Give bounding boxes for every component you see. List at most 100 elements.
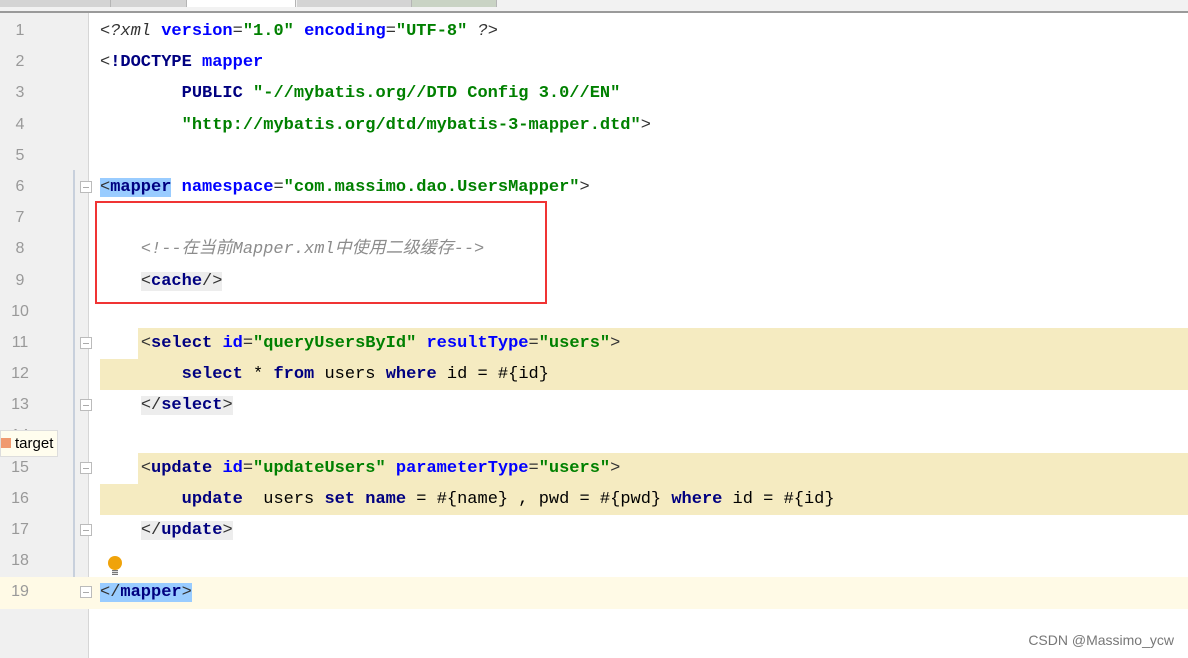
editor-tab-bar (0, 0, 1188, 13)
code-token: "UTF-8" (395, 22, 468, 41)
code-token: id (222, 458, 243, 478)
code-line[interactable]: 13 </select> (0, 390, 1188, 421)
code-token: id (222, 333, 243, 353)
code-token: parameterType (395, 458, 529, 478)
code-token: = (528, 458, 539, 478)
code-text: </mapper> (100, 581, 192, 605)
line-number: 8 (15, 240, 25, 258)
code-token: > (579, 177, 590, 197)
code-token: = (242, 458, 254, 478)
code-token: from (273, 365, 315, 385)
code-line[interactable]: 18 (0, 546, 1188, 577)
editor-tab[interactable] (412, 0, 497, 7)
code-token: PUBLIC (181, 84, 254, 104)
line-number: 18 (11, 552, 29, 570)
line-number: 1 (15, 22, 25, 39)
code-token: id = #{id} (722, 489, 835, 509)
code-token: "http://mybatis.org/dtd/mybatis-3-mapper… (181, 115, 641, 135)
line-number: 7 (15, 209, 25, 227)
code-token: id = #{id} (436, 365, 549, 385)
code-line[interactable]: 6 <mapper namespace="com.massimo.dao.User… (0, 172, 1188, 203)
line-number: 19 (11, 583, 29, 601)
code-text: <?xml version="1.0" encoding="UTF-8" ?> (100, 20, 498, 44)
line-number: 2 (15, 53, 25, 71)
code-token: </ (100, 583, 121, 603)
code-token: * (242, 365, 274, 385)
code-line[interactable]: 17 </update> (0, 515, 1188, 546)
watermark: CSDN @Massimo_ycw (1028, 632, 1174, 648)
fold-toggle-icon[interactable] (80, 336, 92, 349)
code-token: namespace (181, 177, 274, 197)
fold-toggle-icon[interactable] (80, 180, 92, 193)
code-line[interactable]: 14 (0, 421, 1188, 452)
fold-toggle-icon[interactable] (80, 524, 92, 536)
code-text: </update> (100, 519, 233, 543)
code-line[interactable]: 2 <!DOCTYPE mapper (0, 47, 1188, 78)
fold-toggle-icon[interactable] (80, 586, 92, 599)
code-token: = #{name} , pwd = #{pwd} (406, 489, 672, 509)
line-number: 16 (11, 489, 29, 507)
line-number: 5 (15, 146, 25, 164)
code-token: encoding (304, 22, 386, 41)
line-number: 10 (11, 302, 29, 320)
code-token: !DOCTYPE (110, 53, 203, 73)
code-line[interactable]: 11 <select id="queryUsersById" resultTyp… (0, 327, 1188, 360)
code-token: = (528, 333, 539, 353)
code-token: resultType (426, 333, 529, 353)
code-line[interactable]: 16 update users set name = #{name} , pwd… (0, 483, 1188, 515)
line-number: 3 (15, 84, 25, 102)
code-token: < (140, 333, 152, 353)
code-line[interactable]: 4 "http://mybatis.org/dtd/mybatis-3-mapp… (0, 110, 1188, 141)
code-line[interactable]: 1 <?xml version="1.0" encoding="UTF-8" ?> (0, 16, 1188, 47)
code-line[interactable]: 12 select * from users where id = #{id} (0, 359, 1188, 391)
code-text: "http://mybatis.org/dtd/mybatis-3-mapper… (100, 114, 651, 138)
code-token: = (242, 333, 254, 353)
code-token: select (161, 396, 223, 416)
code-token: select (181, 365, 243, 385)
code-token: mapper (202, 53, 264, 73)
code-token: update (181, 489, 243, 509)
code-token: > (610, 458, 621, 478)
editor-tab[interactable] (297, 0, 412, 7)
editor-tab-active[interactable] (187, 0, 296, 7)
fold-toggle-icon[interactable] (80, 399, 92, 412)
code-line[interactable]: 15 <update id="updateUsers" parameterTyp… (0, 452, 1188, 484)
code-text: select * from users where id = #{id} (100, 363, 549, 387)
lightbulb-icon[interactable] (108, 556, 122, 575)
code-text: update users set name = #{name} , pwd = … (100, 488, 835, 512)
code-token: > (222, 521, 233, 540)
fold-toggle-icon[interactable] (80, 461, 92, 474)
line-number: 6 (15, 177, 25, 195)
code-token: users (314, 365, 386, 385)
code-token: <? (100, 22, 121, 41)
line-number: 11 (11, 333, 29, 351)
editor-tab[interactable] (0, 0, 111, 7)
code-line[interactable]: 19 </mapper> (0, 577, 1188, 609)
code-editor[interactable]: 1 <?xml version="1.0" encoding="UTF-8" ?>… (0, 16, 1188, 609)
code-token: update (161, 521, 223, 540)
code-token: = (232, 22, 243, 41)
code-text: <update id="updateUsers" parameterType="… (100, 457, 621, 481)
line-number: 12 (11, 365, 29, 383)
code-token: where (671, 489, 723, 509)
code-text: </select> (100, 394, 233, 418)
code-token: xml (120, 22, 162, 41)
code-token: "1.0" (242, 22, 294, 41)
line-number: 15 (11, 458, 29, 476)
editor-tab[interactable] (111, 0, 187, 7)
code-token: version (161, 22, 233, 41)
code-token: < (100, 53, 111, 73)
code-token: > (181, 583, 192, 603)
code-line[interactable]: 5 (0, 141, 1188, 172)
code-line[interactable]: 3 PUBLIC "-//mybatis.org//DTD Config 3.0… (0, 78, 1188, 109)
line-number: 13 (11, 396, 29, 414)
